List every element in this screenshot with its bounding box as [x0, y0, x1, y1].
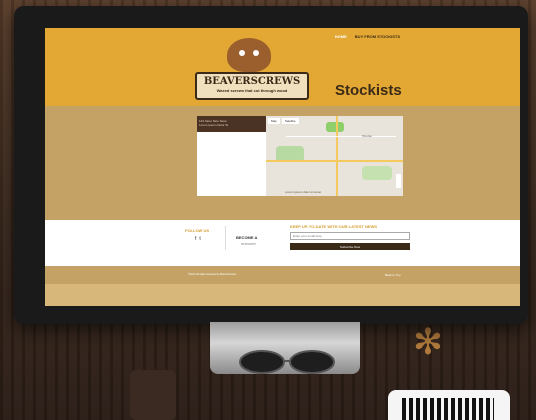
store-address: Lorem Ipsum Dolor St: [199, 123, 229, 127]
store-name: 123 Store Nice Store: [199, 119, 227, 123]
map-road: [266, 160, 403, 162]
apple-logo-icon: [296, 310, 306, 322]
monitor: HOME BUY FROM STOCKISTS BEAVERSCREWS Wax…: [14, 6, 528, 324]
qr-code: [388, 390, 510, 420]
page-bottom-strip: [45, 284, 520, 306]
map-road: [286, 136, 396, 137]
map-tab-satellite[interactable]: Satellite: [281, 118, 299, 124]
map-park: [362, 166, 392, 180]
store-list-item[interactable]: 123 Store Nice Store Lorem Ipsum Dolor S…: [197, 116, 266, 132]
nav-buy-link[interactable]: BUY FROM STOCKISTS: [355, 34, 400, 39]
social-links: f t: [195, 236, 201, 242]
map-road: [336, 116, 338, 196]
main-nav: HOME BUY FROM STOCKISTS: [335, 34, 400, 39]
become-stockist-heading[interactable]: BECOME A: [236, 235, 257, 240]
beaver-mascot-icon: [227, 38, 271, 72]
logo-title: BEAVERSCREWS: [203, 76, 301, 87]
beaver-logo[interactable]: BEAVERSCREWS Waxed screws that cut throu…: [195, 38, 309, 102]
nav-home-link[interactable]: HOME: [335, 34, 347, 39]
store-list-panel: 123 Store Nice Store Lorem Ipsum Dolor S…: [197, 116, 266, 196]
stockist-map-section: 123 Store Nice Store Lorem Ipsum Dolor S…: [45, 106, 520, 220]
map-tab-map[interactable]: Map: [268, 118, 280, 124]
page-title: Stockists: [335, 82, 402, 99]
cup-decoration: [130, 370, 176, 420]
copyright-text: ©2014 All rights reserved by BeaverScrew…: [188, 273, 237, 276]
footer-bottom: ©2014 All rights reserved by BeaverScrew…: [45, 266, 520, 284]
map-view[interactable]: Map Satellite Toronto: [266, 116, 403, 196]
footer-main: FOLLOW US f t BECOME A STOCKIST KEEP UP-…: [45, 220, 520, 266]
follow-us-heading: FOLLOW US: [185, 228, 209, 233]
email-field[interactable]: [290, 232, 410, 240]
subscribe-button[interactable]: Subscribe Now: [290, 243, 410, 250]
back-to-top-link[interactable]: Back to Top: [385, 273, 401, 277]
map-caption: Lorem ipsum dolor sit amet: [285, 190, 322, 194]
become-stockist-sub[interactable]: STOCKIST: [241, 242, 256, 246]
website-screen: HOME BUY FROM STOCKISTS BEAVERSCREWS Wax…: [45, 28, 520, 306]
map-city-label: Toronto: [362, 134, 373, 138]
logo-tagline: Waxed screws that cut through wood: [216, 88, 288, 93]
twitter-icon[interactable]: t: [199, 236, 200, 242]
plant-decoration: ✻: [412, 321, 444, 362]
zoom-control-icon[interactable]: [396, 174, 401, 188]
logo-banner: BEAVERSCREWS Waxed screws that cut throu…: [195, 72, 309, 100]
newsletter-heading: KEEP UP-TO-DATE WITH OUR LATEST NEWS: [290, 224, 378, 229]
site-header: HOME BUY FROM STOCKISTS BEAVERSCREWS Wax…: [45, 28, 520, 106]
map-type-tabs: Map Satellite: [268, 118, 299, 124]
map-park: [326, 122, 344, 132]
facebook-icon[interactable]: f: [195, 236, 196, 242]
divider: [225, 226, 226, 250]
glasses-icon: [239, 350, 335, 374]
